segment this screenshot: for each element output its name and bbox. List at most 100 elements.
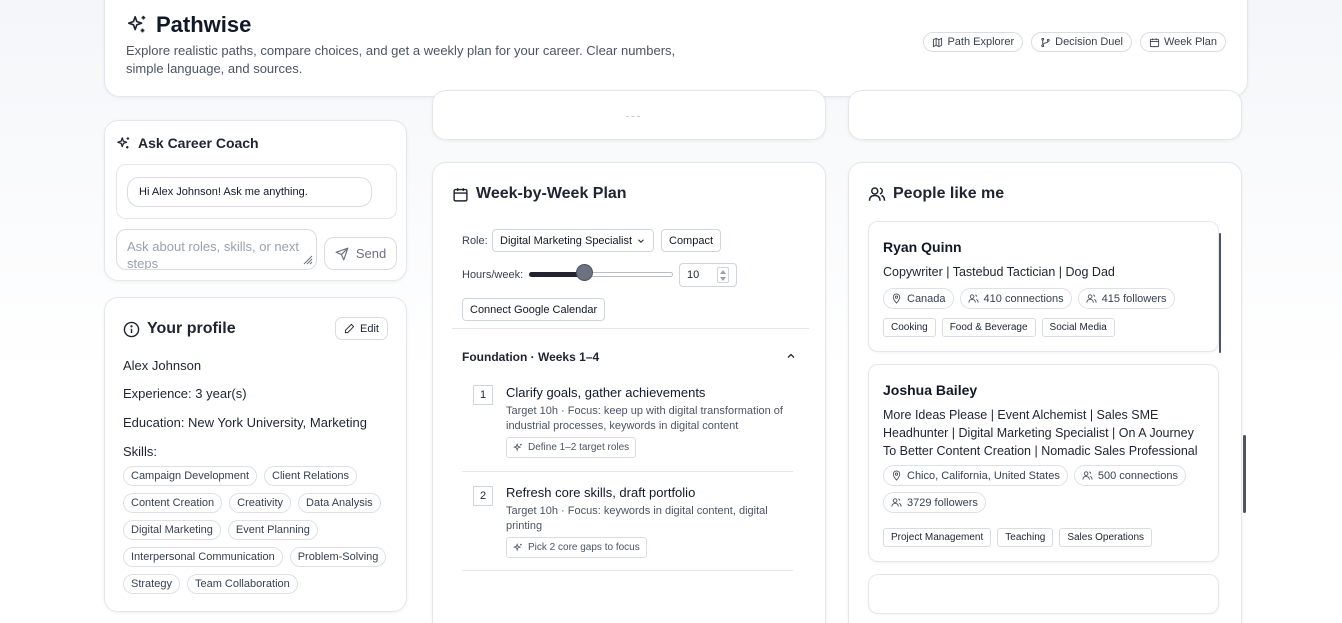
edit-profile-button[interactable]: Edit: [335, 317, 388, 340]
number-spinner[interactable]: [717, 267, 729, 283]
coach-title: Ask Career Coach: [116, 135, 259, 151]
person-stats: Chico, California, United States 500 con…: [883, 465, 1203, 513]
location-label: Chico, California, United States: [907, 469, 1060, 482]
skill-chip: Interpersonal Communication: [123, 547, 283, 567]
map-pin-icon: [891, 293, 902, 304]
info-icon: [123, 321, 140, 338]
week-item: 2 Refresh core skills, draft portfolio T…: [462, 479, 793, 572]
week-action-tag[interactable]: Define 1–2 target roles: [506, 437, 637, 458]
divider: [462, 570, 793, 571]
person-tags: Cooking Food & Beverage Social Media: [883, 318, 1203, 337]
week-description: Target 10h · Focus: keywords in digital …: [506, 505, 768, 532]
map-pin-icon: [891, 470, 902, 481]
followers-chip: 415 followers: [1077, 288, 1175, 309]
page-scrollbar[interactable]: [1243, 435, 1246, 513]
nav-week-plan[interactable]: Week Plan: [1140, 32, 1226, 52]
chevron-up-icon[interactable]: [785, 350, 797, 362]
career-coach-panel: Ask Career Coach Hi Alex Johnson! Ask me…: [104, 120, 407, 281]
users-icon: [1086, 293, 1097, 304]
slider-thumb[interactable]: [576, 264, 593, 281]
skills-list: Campaign Development Client Relations Co…: [123, 466, 393, 594]
send-button[interactable]: Send: [324, 237, 397, 270]
divider: [462, 471, 793, 472]
clipped-card-left: [432, 90, 826, 140]
assistant-message: Hi Alex Johnson! Ask me anything.: [127, 177, 372, 207]
people-like-me-panel: People like me Ryan Quinn Copywriter | T…: [848, 162, 1242, 623]
person-name: Joshua Bailey: [883, 382, 978, 398]
users-icon: [868, 185, 886, 203]
nav-label: Decision Duel: [1055, 36, 1123, 48]
users-icon: [1082, 470, 1093, 481]
send-label: Send: [355, 246, 387, 261]
send-icon: [335, 247, 349, 261]
pencil-icon: [344, 323, 355, 334]
chevron-down-icon: [636, 236, 646, 246]
nav-path-explorer[interactable]: Path Explorer: [923, 32, 1024, 52]
skill-chip: Content Creation: [123, 493, 223, 513]
profile-education: Education: New York University, Marketin…: [123, 415, 367, 430]
sparkles-icon: [126, 14, 148, 36]
connections-chip: 410 connections: [959, 288, 1072, 309]
person-name: Ryan Quinn: [883, 239, 962, 255]
divider: [452, 328, 809, 329]
hours-label: Hours/week:: [462, 269, 524, 281]
week-item: 1 Clarify goals, gather achievements Tar…: [462, 379, 793, 472]
clipped-card-right: [848, 90, 1242, 140]
interest-tag: Sales Operations: [1059, 528, 1153, 547]
spinner-down-icon: [720, 276, 726, 281]
sparkles-icon: [513, 442, 523, 453]
interest-tag: Project Management: [883, 528, 992, 547]
person-card[interactable]: Ryan Quinn Copywriter | Tastebud Tactici…: [868, 221, 1219, 352]
hours-input[interactable]: 10: [679, 263, 737, 287]
profile-name: Alex Johnson: [123, 358, 202, 373]
plan-title: Week-by-Week Plan: [452, 185, 627, 203]
skills-label: Skills:: [123, 444, 157, 459]
skill-chip: Event Planning: [227, 520, 318, 540]
connections-label: 500 connections: [1097, 469, 1178, 482]
interest-tag: Cooking: [883, 318, 936, 337]
followers-chip: 3729 followers: [883, 492, 986, 513]
profile-title-label: Your profile: [147, 320, 236, 337]
nav-decision-duel[interactable]: Decision Duel: [1031, 32, 1132, 52]
coach-message-input[interactable]: Ask about roles, skills, or next steps: [116, 229, 317, 270]
people-scrollbar[interactable]: [1219, 233, 1221, 353]
profile-experience: Experience: 3 year(s): [123, 386, 247, 401]
person-card[interactable]: Joshua Bailey More Ideas Please | Event …: [868, 364, 1219, 562]
calendar-icon: [452, 186, 469, 203]
coach-title-label: Ask Career Coach: [138, 135, 259, 151]
role-select[interactable]: Digital Marketing Specialist: [492, 229, 654, 252]
edit-label: Edit: [360, 322, 379, 335]
clipped-content: [626, 113, 640, 117]
skill-chip: Campaign Development: [123, 466, 258, 486]
week-number: 1: [473, 385, 493, 405]
spinner-up-icon: [720, 269, 726, 274]
location-chip: Chico, California, United States: [883, 465, 1068, 486]
top-nav: Path Explorer Decision Duel Week Plan: [923, 32, 1226, 52]
person-headline: More Ideas Please | Event Alchemist | Sa…: [883, 408, 1198, 458]
skill-chip: Digital Marketing: [123, 520, 221, 540]
nav-label: Week Plan: [1164, 36, 1217, 48]
compact-button[interactable]: Compact: [661, 229, 722, 252]
nav-label: Path Explorer: [947, 36, 1015, 48]
skill-chip: Client Relations: [264, 466, 358, 486]
person-card[interactable]: [868, 574, 1219, 614]
users-icon: [968, 293, 979, 304]
connections-label: 410 connections: [983, 292, 1064, 305]
week-number: 2: [473, 486, 493, 506]
people-title: People like me: [868, 185, 1004, 203]
interest-tag: Food & Beverage: [941, 318, 1036, 337]
map-icon: [932, 37, 943, 48]
skill-chip: Creativity: [229, 493, 292, 513]
week-title: Refresh core skills, draft portfolio: [506, 485, 696, 500]
followers-label: 3729 followers: [907, 496, 978, 509]
week-action-tag[interactable]: Pick 2 core gaps to focus: [506, 537, 647, 558]
sparkles-icon: [116, 136, 131, 151]
branch-icon: [1040, 37, 1051, 48]
profile-title: Your profile: [123, 320, 236, 338]
connect-google-calendar-button[interactable]: Connect Google Calendar: [462, 298, 606, 321]
hours-slider[interactable]: [529, 264, 673, 281]
followers-label: 415 followers: [1101, 292, 1167, 305]
plan-title-label: Week-by-Week Plan: [476, 185, 627, 202]
week-plan-panel: Week-by-Week Plan Role: Digital Marketin…: [432, 162, 826, 623]
app-description: Explore realistic paths, compare choices…: [126, 43, 676, 76]
